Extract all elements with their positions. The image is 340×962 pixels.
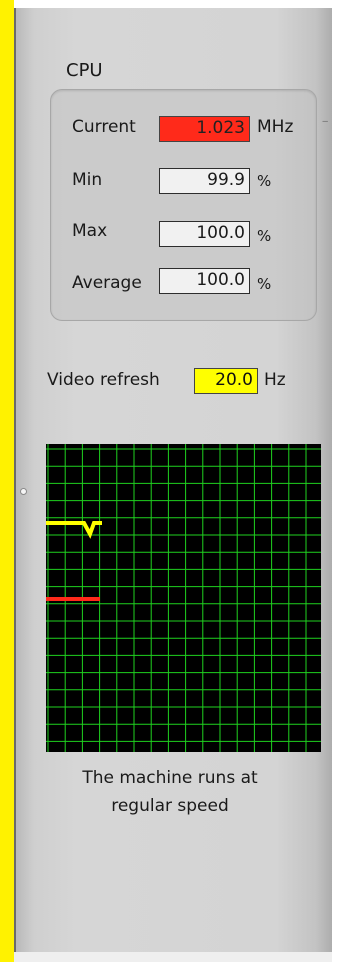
average-label: Average: [72, 273, 142, 293]
video-refresh-unit: Hz: [264, 370, 286, 390]
panel-edge-mark-icon: ‒: [322, 116, 329, 127]
max-label: Max: [72, 221, 108, 241]
status-line-1: The machine runs at: [82, 768, 258, 788]
current-label: Current: [72, 117, 136, 137]
video-refresh-field: 20.0: [194, 368, 258, 394]
min-field: 99.9: [159, 168, 250, 194]
cpu-group-title: CPU: [66, 60, 103, 81]
min-unit: %: [257, 172, 272, 190]
current-unit: MHz: [257, 117, 294, 137]
right-edge: [332, 0, 340, 962]
max-field: 100.0: [159, 221, 250, 247]
current-speed-field: 1.023: [159, 116, 250, 142]
yellow-side-bar: [0, 0, 14, 962]
status-message: The machine runs at regular speed: [30, 764, 310, 820]
panel-bottom-edge: [14, 952, 332, 962]
average-field: 100.0: [159, 268, 250, 294]
average-unit: %: [257, 275, 272, 293]
video-refresh-trace: [46, 521, 102, 539]
top-strip: [14, 0, 340, 8]
speed-graph: [46, 444, 321, 752]
video-refresh-label: Video refresh: [47, 370, 160, 390]
status-line-2: regular speed: [111, 796, 229, 816]
min-label: Min: [72, 170, 103, 190]
speed-graph-canvas: [46, 444, 321, 752]
drawer-handle-icon[interactable]: [20, 488, 27, 495]
max-unit: %: [257, 227, 272, 245]
